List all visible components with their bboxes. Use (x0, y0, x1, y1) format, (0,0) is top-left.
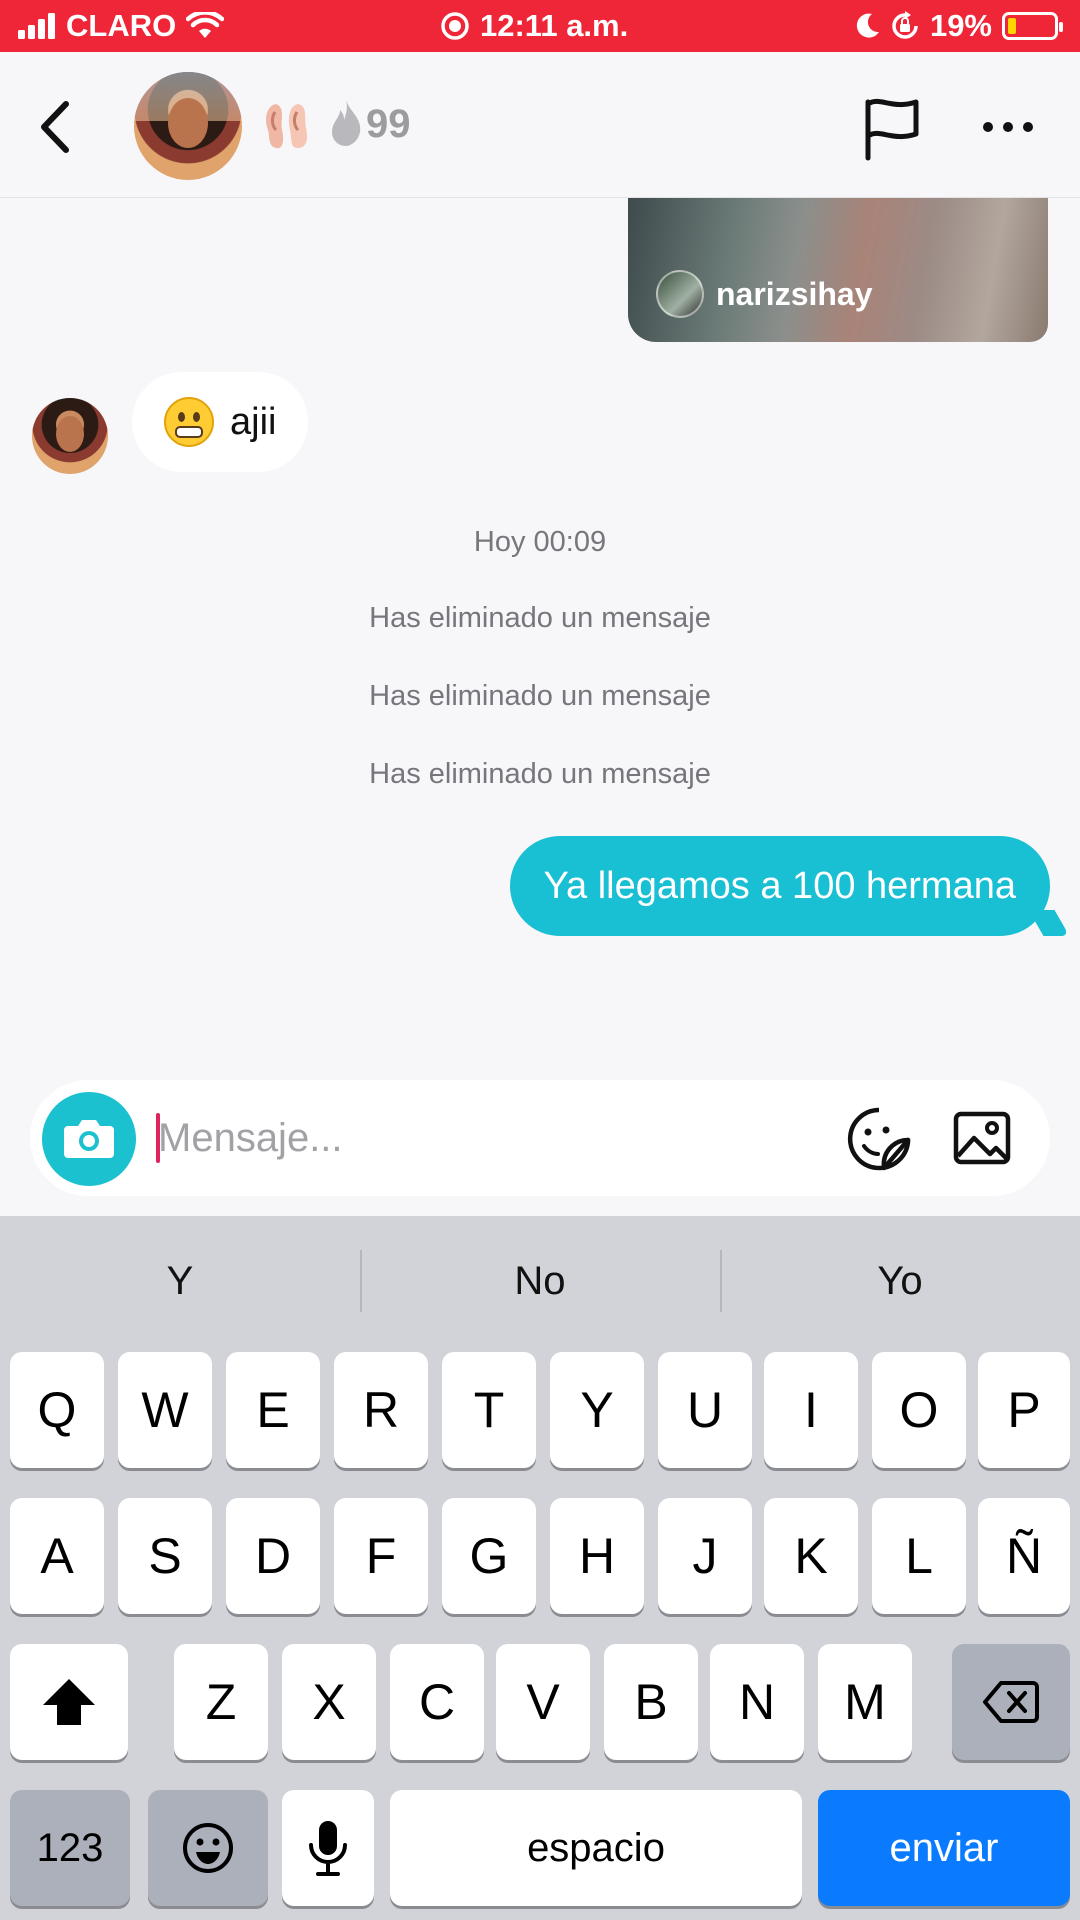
sent-message-text: Ya llegamos a 100 hermana (543, 864, 1016, 907)
battery-icon (1002, 12, 1063, 40)
key-i[interactable]: I (764, 1352, 858, 1468)
key-b[interactable]: B (604, 1644, 698, 1760)
key-u[interactable]: U (658, 1352, 752, 1468)
report-flag-icon[interactable] (862, 94, 922, 164)
key-w[interactable]: W (118, 1352, 212, 1468)
sticker-icon[interactable] (846, 1106, 912, 1172)
carrier-name: CLARO (66, 8, 177, 43)
key-q[interactable]: Q (10, 1352, 104, 1468)
key-e[interactable]: E (226, 1352, 320, 1468)
deleted-notice: Has eliminado un mensaje (369, 602, 711, 634)
suggestion[interactable]: Yo (720, 1216, 1080, 1346)
key-m[interactable]: M (818, 1644, 912, 1760)
recording-icon (441, 12, 469, 40)
keyboard: Y No Yo Q W E R T Y U I O P A S D F G H … (0, 1216, 1080, 1920)
key-y[interactable]: Y (550, 1352, 644, 1468)
status-center: 12:11 a.m. (440, 8, 628, 44)
streak-flame-icon (332, 100, 361, 146)
key-enye[interactable]: Ñ (978, 1498, 1070, 1614)
suggestion[interactable]: Y (0, 1216, 360, 1346)
status-left: CLARO (18, 8, 225, 44)
sender-avatar[interactable] (32, 398, 108, 474)
send-key[interactable]: enviar (818, 1790, 1070, 1906)
timestamp: Hoy 00:09 (473, 526, 607, 558)
battery-level (1008, 18, 1016, 34)
key-a[interactable]: A (10, 1498, 104, 1614)
grimacing-face-icon (164, 397, 214, 447)
dictation-key[interactable] (282, 1790, 374, 1906)
streak-count: 99 (366, 102, 411, 146)
camera-icon (64, 1120, 114, 1158)
shared-post-username: narizsihay (716, 275, 873, 312)
space-key[interactable]: espacio (390, 1790, 802, 1906)
key-c[interactable]: C (390, 1644, 484, 1760)
key-l[interactable]: L (872, 1498, 966, 1614)
key-n[interactable]: N (710, 1644, 804, 1760)
key-d[interactable]: D (226, 1498, 320, 1614)
received-message-bubble[interactable]: ajii (132, 372, 309, 472)
status-bar: CLARO 12:11 a.m. 19% (0, 0, 1080, 52)
key-s[interactable]: S (118, 1498, 212, 1614)
delete-key[interactable] (952, 1644, 1070, 1760)
key-k[interactable]: K (764, 1498, 858, 1614)
shift-arrow-icon (43, 1679, 95, 1725)
shared-post-user: narizsihay (656, 270, 873, 318)
key-r[interactable]: R (334, 1352, 428, 1468)
key-j[interactable]: J (658, 1498, 752, 1614)
key-x[interactable]: X (282, 1644, 376, 1760)
key-h[interactable]: H (550, 1498, 644, 1614)
battery-percent: 19% (929, 8, 992, 43)
emoji-key[interactable] (148, 1790, 268, 1906)
key-p[interactable]: P (978, 1352, 1070, 1468)
sent-message-bubble[interactable]: Ya llegamos a 100 hermana (509, 836, 1050, 936)
wifi-icon (186, 12, 225, 38)
more-dots-icon[interactable] (978, 112, 1038, 142)
numbers-key[interactable]: 123 (10, 1790, 130, 1906)
key-g[interactable]: G (442, 1498, 536, 1614)
moon-icon (856, 13, 879, 38)
message-composer (30, 1080, 1050, 1196)
key-o[interactable]: O (872, 1352, 966, 1468)
message-input[interactable] (158, 1100, 818, 1176)
key-t[interactable]: T (442, 1352, 536, 1468)
key-z[interactable]: Z (174, 1644, 268, 1760)
friend-avatar[interactable] (134, 72, 242, 180)
chat-header: 99 (0, 52, 1080, 198)
backspace-icon (983, 1681, 1039, 1723)
emoji-icon (183, 1823, 233, 1873)
rotation-lock-icon (892, 11, 918, 39)
back-chevron-icon[interactable] (30, 92, 80, 162)
microphone-icon (309, 1821, 347, 1876)
camera-button[interactable] (42, 1092, 136, 1186)
shared-post-avatar (656, 270, 704, 318)
shift-key[interactable] (10, 1644, 128, 1760)
key-v[interactable]: V (496, 1644, 590, 1760)
ears-emoji-icon (266, 104, 308, 149)
key-f[interactable]: F (334, 1498, 428, 1614)
suggestion[interactable]: No (360, 1216, 720, 1346)
clock: 12:11 a.m. (480, 8, 629, 43)
predictive-bar: Y No Yo (0, 1216, 1080, 1346)
signal-icon (18, 13, 55, 39)
deleted-notice: Has eliminado un mensaje (369, 680, 711, 712)
deleted-notice: Has eliminado un mensaje (369, 758, 711, 790)
received-message-text: ajii (230, 400, 277, 443)
status-right: 19% (854, 8, 1063, 44)
shared-post-preview[interactable]: narizsihay (628, 198, 1048, 342)
gallery-icon[interactable] (952, 1108, 1012, 1168)
